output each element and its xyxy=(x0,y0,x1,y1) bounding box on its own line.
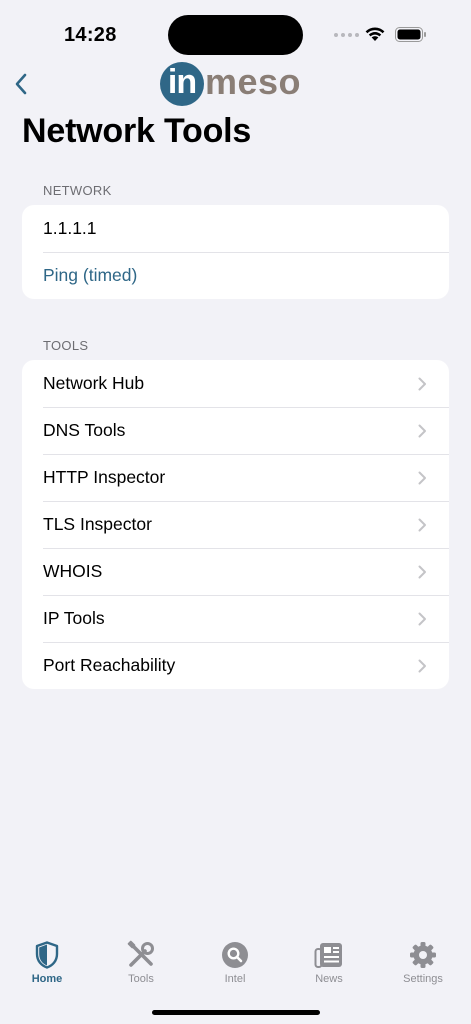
tab-label-tools: Tools xyxy=(128,973,154,985)
tools-icon xyxy=(126,940,156,970)
page-title: Network Tools xyxy=(22,112,252,150)
chevron-right-icon xyxy=(418,659,426,673)
battery-icon xyxy=(395,27,426,42)
tool-label: IP Tools xyxy=(43,608,105,628)
tool-row-http-inspector[interactable]: HTTP Inspector xyxy=(22,454,449,501)
chevron-right-icon xyxy=(418,377,426,391)
ping-timed-button[interactable]: Ping (timed) xyxy=(22,252,449,299)
app-logo: in meso xyxy=(160,61,312,106)
dynamic-island xyxy=(168,15,303,55)
network-address: 1.1.1.1 xyxy=(43,218,97,238)
home-indicator xyxy=(152,1010,320,1015)
tab-label-settings: Settings xyxy=(403,973,443,985)
search-icon xyxy=(220,940,250,970)
tab-label-intel: Intel xyxy=(224,973,246,985)
tool-row-port-reachability[interactable]: Port Reachability xyxy=(22,642,449,689)
tool-label: HTTP Inspector xyxy=(43,467,166,487)
tab-tools[interactable]: Tools xyxy=(106,940,176,985)
tool-label: Network Hub xyxy=(43,373,145,393)
chevron-right-icon xyxy=(418,612,426,626)
section-header-tools: TOOLS xyxy=(43,338,89,353)
wifi-icon xyxy=(365,27,385,41)
tool-label: WHOIS xyxy=(43,561,103,581)
logo-mark: in xyxy=(160,62,204,106)
network-address-row: 1.1.1.1 xyxy=(22,205,449,252)
tab-settings[interactable]: Settings xyxy=(388,940,458,985)
chevron-right-icon xyxy=(418,565,426,579)
tool-label: Port Reachability xyxy=(43,655,176,675)
section-header-network: NETWORK xyxy=(43,183,112,198)
tab-label-home: Home xyxy=(31,973,63,985)
tab-label-news: News xyxy=(315,973,343,985)
back-chevron-icon[interactable] xyxy=(12,70,32,98)
tab-news[interactable]: News xyxy=(294,940,364,985)
chevron-right-icon xyxy=(418,471,426,485)
network-card: 1.1.1.1 Ping (timed) xyxy=(22,205,449,299)
tools-card: Network Hub DNS Tools HTTP Inspector TLS… xyxy=(22,360,449,689)
tool-row-dns-tools[interactable]: DNS Tools xyxy=(22,407,449,454)
shield-icon xyxy=(32,940,62,970)
tool-label: TLS Inspector xyxy=(43,514,152,534)
logo-wordmark: meso xyxy=(205,61,302,102)
gear-icon xyxy=(408,940,438,970)
tool-label: DNS Tools xyxy=(43,420,126,440)
tab-home[interactable]: Home xyxy=(12,940,82,985)
status-bar: 14:28 xyxy=(0,0,471,70)
tool-row-ip-tools[interactable]: IP Tools xyxy=(22,595,449,642)
status-time: 14:28 xyxy=(64,24,117,46)
tool-row-tls-inspector[interactable]: TLS Inspector xyxy=(22,501,449,548)
signal-dots-icon xyxy=(334,33,359,37)
chevron-right-icon xyxy=(418,518,426,532)
tab-bar: Home Tools Intel News Settings xyxy=(0,932,471,992)
tool-row-whois[interactable]: WHOIS xyxy=(22,548,449,595)
newspaper-icon xyxy=(314,940,344,970)
tab-intel[interactable]: Intel xyxy=(200,940,270,985)
tool-row-network-hub[interactable]: Network Hub xyxy=(22,360,449,407)
ping-timed-label: Ping (timed) xyxy=(43,265,138,285)
chevron-right-icon xyxy=(418,424,426,438)
